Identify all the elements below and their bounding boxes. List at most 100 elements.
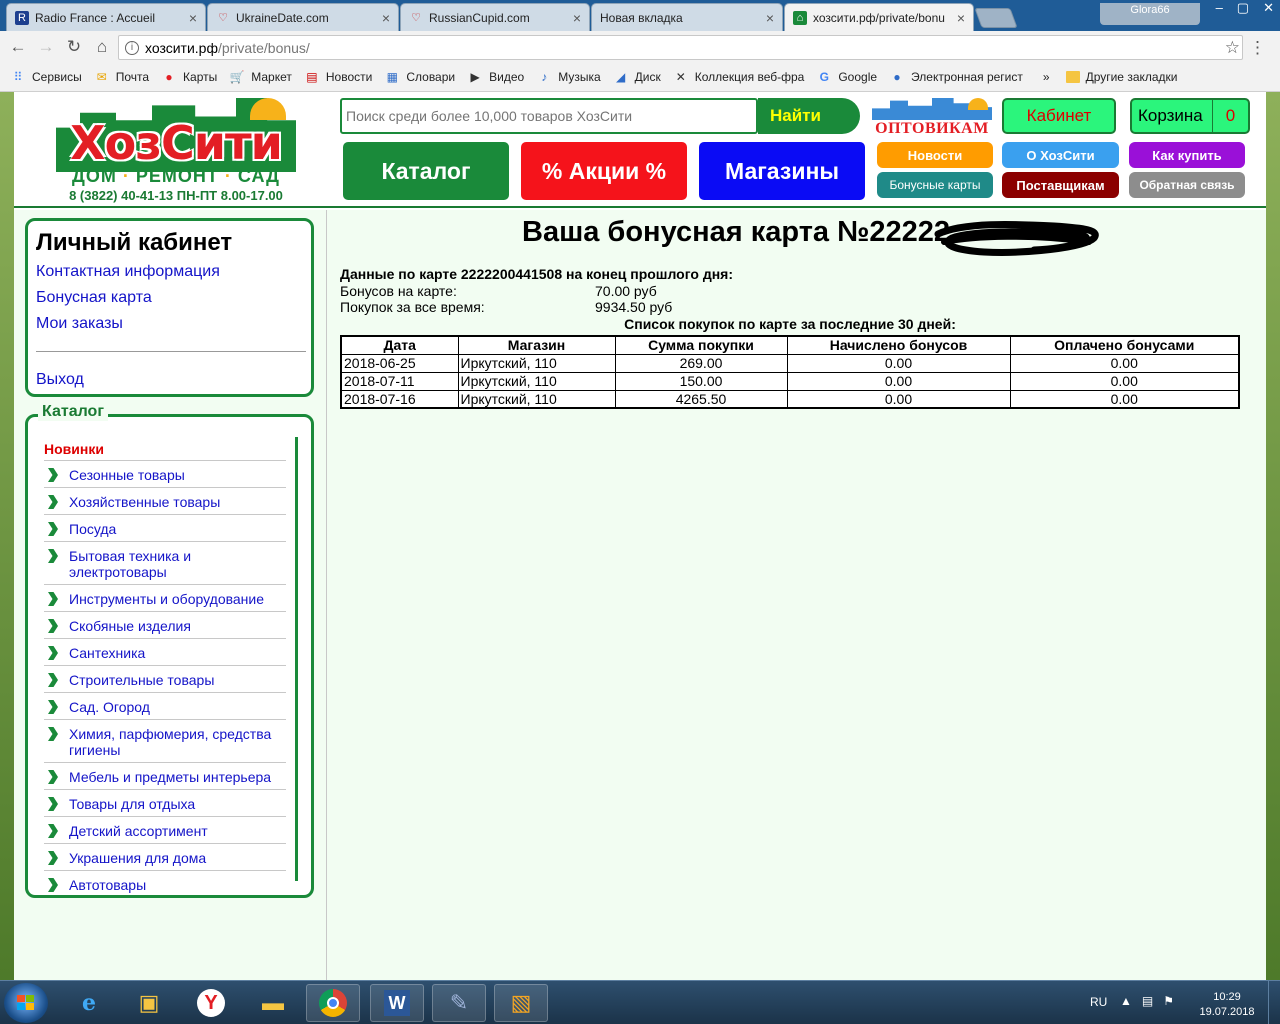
chrome-icon[interactable] — [306, 984, 360, 1022]
catalog-item-dishes[interactable]: Посуда — [44, 514, 286, 541]
profile-button[interactable]: Glora66 — [1100, 3, 1200, 25]
logo-tagline: ДОМ · РЕМОНТ · САД — [72, 166, 280, 186]
close-tab-icon[interactable]: × — [573, 10, 581, 26]
tab-russiancupid[interactable]: ♡ RussianCupid.com × — [400, 3, 590, 31]
catalog-item-chemistry[interactable]: Химия, парфюмерия, средства гигиены — [44, 719, 286, 762]
close-tab-icon[interactable]: × — [957, 10, 965, 26]
catalog-item-seasonal[interactable]: Сезонные товары — [44, 460, 286, 487]
shops-button[interactable]: Магазины — [699, 142, 865, 200]
new-tab-button[interactable] — [974, 8, 1018, 28]
bookmark-registration[interactable]: ● Электронная регист — [889, 69, 1022, 85]
bookmark-mail[interactable]: ✉ Почта — [94, 69, 149, 85]
close-tab-icon[interactable]: × — [189, 10, 197, 26]
home-button-icon[interactable]: ⌂ — [92, 37, 112, 57]
bookmark-google[interactable]: G Google — [816, 69, 877, 85]
catalog-scrollbar[interactable] — [295, 437, 298, 881]
chevron-right-icon — [48, 797, 58, 811]
menu-icon[interactable]: ⋮ — [1249, 38, 1266, 58]
address-bar: ← → ↻ ⌂ i хозсити.рф/private/bonus/ ☆ ⋮ — [0, 31, 1280, 63]
bookmark-star-icon[interactable]: ☆ — [1225, 38, 1240, 58]
search-input[interactable] — [342, 100, 756, 132]
taskbar: e ▣ Y ▬ W ✎ ▧ RU ▲ ▤ ⚑ 10:29 19.07.2018 — [0, 980, 1280, 1024]
bookmark-music[interactable]: ♪ Музыка — [536, 69, 600, 85]
tab-title: хозсити.рф/private/bonu — [813, 10, 945, 25]
cell-date: 2018-06-25 — [340, 353, 459, 373]
catalog-item-auto[interactable]: Автотовары — [44, 870, 286, 897]
bookmark-maps[interactable]: ● Карты — [161, 69, 217, 85]
tab-hozsity-bonus[interactable]: ⌂ хозсити.рф/private/bonu × — [784, 3, 974, 31]
bookmark-news[interactable]: ▤ Новости — [304, 69, 372, 85]
tray-expand-icon[interactable]: ▲ — [1120, 994, 1132, 1008]
catalog-item-plumbing[interactable]: Сантехника — [44, 638, 286, 665]
catalog-item-household[interactable]: Хозяйственные товары — [44, 487, 286, 514]
feedback-button[interactable]: Обратная связь — [1129, 172, 1245, 198]
bookmark-collection[interactable]: ✕ Коллекция веб-фра — [673, 69, 805, 85]
catalog-item-kids[interactable]: Детский ассортимент — [44, 816, 286, 843]
logout-link[interactable]: Выход — [36, 371, 84, 389]
cart-button[interactable]: Корзина 0 — [1130, 98, 1250, 134]
chevron-right-icon — [48, 878, 58, 892]
network-icon[interactable]: ▤ — [1142, 994, 1153, 1008]
minimize-icon[interactable]: – — [1216, 0, 1223, 16]
suppliers-button[interactable]: Поставщикам — [1002, 172, 1119, 198]
reload-icon[interactable]: ↻ — [64, 37, 84, 57]
ie-icon[interactable]: e — [62, 984, 116, 1022]
more-bookmarks-button[interactable]: » — [1043, 70, 1050, 84]
cell-amount: 4265.50 — [614, 389, 788, 409]
search-button[interactable]: Найти — [758, 98, 860, 134]
bookmark-dictionary[interactable]: ▦ Словари — [384, 69, 455, 85]
maximize-icon[interactable]: ▢ — [1237, 0, 1249, 16]
info-icon[interactable]: i — [125, 40, 139, 55]
start-button[interactable] — [4, 983, 48, 1023]
contact-info-link[interactable]: Контактная информация — [36, 263, 220, 281]
my-orders-link[interactable]: Мои заказы — [36, 315, 123, 333]
how-to-buy-button[interactable]: Как купить — [1129, 142, 1245, 168]
news-button[interactable]: Новости — [877, 142, 993, 168]
column-header-date: Дата — [340, 335, 459, 355]
about-button[interactable]: О ХозСити — [1002, 142, 1119, 168]
catalog-item-decor[interactable]: Украшения для дома — [44, 843, 286, 870]
cabinet-button[interactable]: Кабинет — [1002, 98, 1116, 134]
site-logo[interactable]: ХозСити ДОМ · РЕМОНТ · САД 8 (3822) 40-4… — [54, 98, 304, 206]
catalog-item-label: Автотовары — [69, 877, 147, 893]
url-field[interactable]: i хозсити.рф/private/bonus/ — [118, 35, 1243, 60]
notes-icon[interactable]: ▣ — [122, 984, 176, 1022]
back-arrow-icon[interactable]: ← — [8, 37, 28, 57]
show-desktop-button[interactable] — [1268, 981, 1280, 1024]
catalog-button[interactable]: Каталог — [343, 142, 509, 200]
bookmark-market[interactable]: 🛒 Маркет — [229, 69, 292, 85]
bookmark-video[interactable]: ▶ Видео — [467, 69, 525, 85]
flag-icon[interactable]: ⚑ — [1163, 994, 1174, 1008]
catalog-item-hardware[interactable]: Скобяные изделия — [44, 611, 286, 638]
close-tab-icon[interactable]: × — [382, 10, 390, 26]
browser-tab-strip: R Radio France : Accueil × ♡ UkraineDate… — [0, 0, 1280, 31]
bonus-card-link[interactable]: Бонусная карта — [36, 289, 152, 307]
other-bookmarks[interactable]: Другие закладки — [1065, 70, 1178, 84]
word-icon[interactable]: W — [370, 984, 424, 1022]
close-window-icon[interactable]: ✕ — [1263, 0, 1274, 16]
bookmark-disk[interactable]: ◢ Диск — [613, 69, 661, 85]
language-indicator[interactable]: RU — [1090, 995, 1107, 1009]
yandex-icon[interactable]: Y — [184, 984, 238, 1022]
catalog-item-appliances[interactable]: Бытовая техника и электротовары — [44, 541, 286, 584]
clock[interactable]: 10:29 19.07.2018 — [1196, 990, 1258, 1020]
forward-arrow-icon[interactable]: → — [36, 37, 56, 57]
tab-new-tab[interactable]: Новая вкладка × — [591, 3, 783, 31]
catalog-item-tools[interactable]: Инструменты и оборудование — [44, 584, 286, 611]
bonus-cards-button[interactable]: Бонусные карты — [877, 172, 993, 198]
collection-icon: ✕ — [675, 70, 686, 84]
tab-ukrainedate[interactable]: ♡ UkraineDate.com × — [207, 3, 399, 31]
wholesale-banner[interactable]: ОПТОВИКАМ — [872, 98, 992, 138]
close-tab-icon[interactable]: × — [766, 10, 774, 26]
catalog-item-leisure[interactable]: Товары для отдыха — [44, 789, 286, 816]
sales-button[interactable]: % Акции % — [521, 142, 687, 200]
catalog-new-items-link[interactable]: Новинки — [44, 441, 104, 457]
paint-icon[interactable]: ▧ — [494, 984, 548, 1022]
tab-radio-france[interactable]: R Radio France : Accueil × — [6, 3, 206, 31]
catalog-item-garden[interactable]: Сад. Огород — [44, 692, 286, 719]
explorer-icon[interactable]: ▬ — [246, 984, 300, 1022]
tool-icon[interactable]: ✎ — [432, 984, 486, 1022]
bookmark-services[interactable]: ⠿ Сервисы — [10, 69, 82, 85]
catalog-item-building[interactable]: Строительные товары — [44, 665, 286, 692]
catalog-item-furniture[interactable]: Мебель и предметы интерьера — [44, 762, 286, 789]
